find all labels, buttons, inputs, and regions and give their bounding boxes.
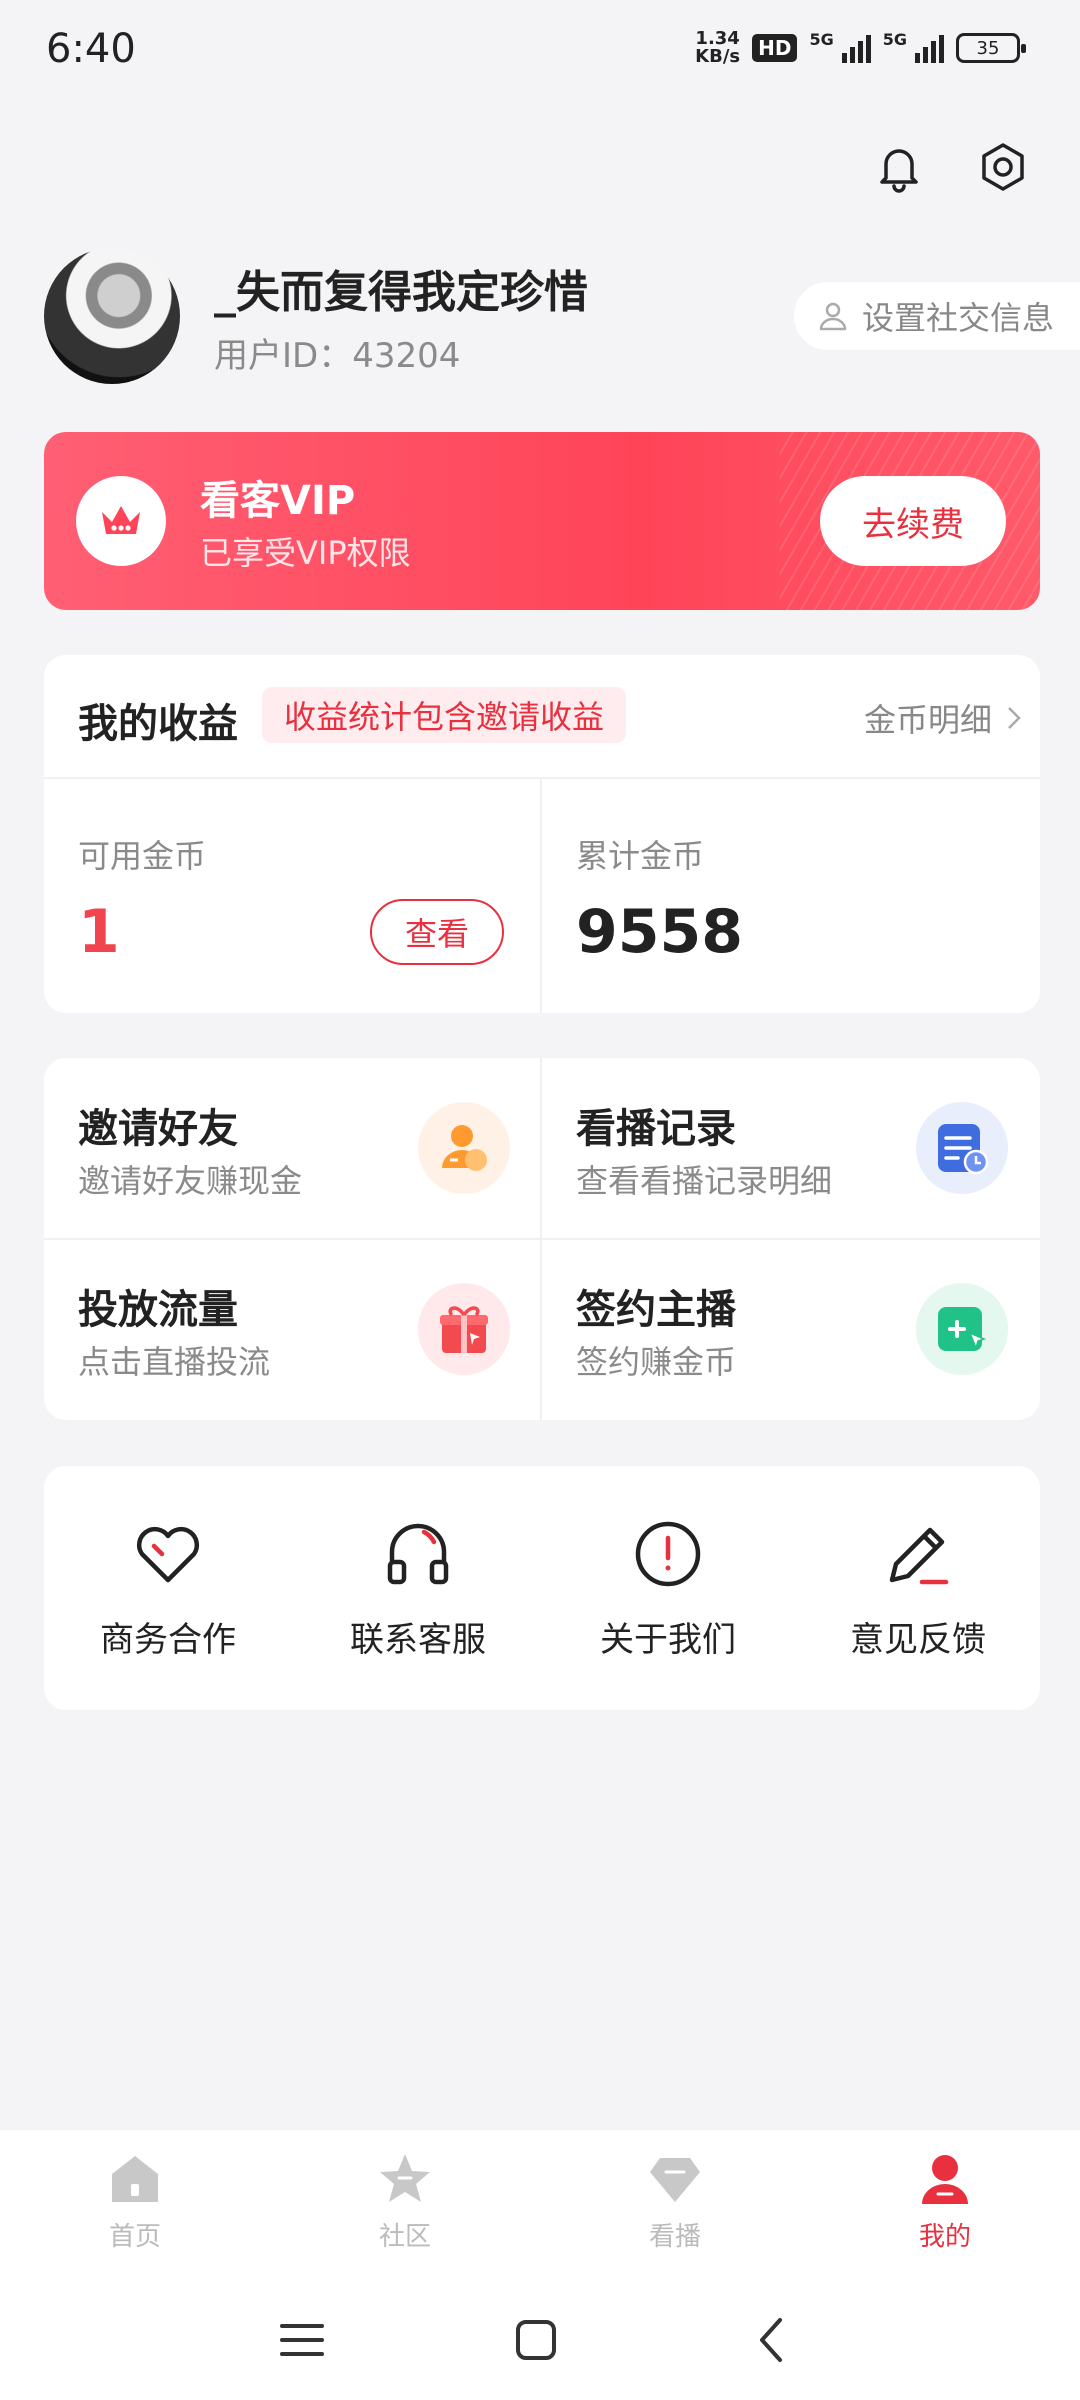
header-actions: [872, 140, 1030, 194]
username: _失而复得我定珍惜: [214, 267, 588, 318]
watch-history-icon: [916, 1102, 1008, 1194]
tool-feedback[interactable]: 意见反馈: [818, 1514, 1018, 1661]
battery-icon: 35: [956, 33, 1026, 63]
avatar[interactable]: [44, 248, 180, 384]
earnings-title: 我的收益: [78, 701, 238, 747]
tab-label: 首页: [108, 2222, 161, 2252]
tool-business-cooperation[interactable]: 商务合作: [68, 1514, 268, 1661]
info-icon: [635, 1521, 701, 1587]
system-nav-bar: [0, 2280, 1080, 2400]
feature-grid: 邀请好友 邀请好友赚现金 看播记录 查看看播记录明细 投放流量 点击直播投流 签…: [44, 1058, 1040, 1420]
menu-icon[interactable]: [272, 2310, 332, 2370]
total-coins-label: 累计金币: [576, 837, 705, 875]
status-time: 6:40: [46, 26, 136, 72]
network-speed: 1.34 KB/s: [695, 30, 740, 66]
tab-community[interactable]: 社区: [325, 2150, 485, 2253]
hd-badge: HD: [752, 34, 798, 62]
feature-subtitle: 点击直播投流: [78, 1343, 271, 1381]
feature-title: 看播记录: [576, 1106, 736, 1152]
signal-icon: [841, 33, 871, 63]
feature-subtitle: 签约赚金币: [576, 1343, 737, 1381]
signal-label-1: 5G: [809, 30, 834, 49]
crown-icon: [102, 506, 140, 534]
star-icon: [380, 2154, 430, 2202]
available-coins-value: 1: [78, 897, 120, 967]
vip-card[interactable]: 看客VIP 已享受VIP权限 去续费: [44, 432, 1040, 610]
feature-title: 签约主播: [576, 1287, 736, 1333]
feature-title: 投放流量: [78, 1287, 238, 1333]
vip-subtitle: 已享受VIP权限: [200, 534, 411, 572]
social-button-label: 设置社交信息: [861, 299, 1054, 337]
invite-friend-icon: [418, 1102, 510, 1194]
home-square-icon[interactable]: [506, 2310, 566, 2370]
gift-icon: [418, 1283, 510, 1375]
tool-about-us[interactable]: 关于我们: [568, 1514, 768, 1661]
tab-label: 我的: [918, 2222, 971, 2252]
vip-title: 看客VIP: [200, 478, 356, 524]
tool-label: 商务合作: [100, 1620, 236, 1660]
view-coins-button[interactable]: 查看: [370, 899, 504, 965]
bottom-tab-bar: 首页 社区 看播 我的: [0, 2130, 1080, 2280]
feature-traffic-promotion[interactable]: 投放流量 点击直播投流: [44, 1239, 542, 1420]
status-bar: 6:40 1.34 KB/s HD 5G 5G 35: [0, 0, 1080, 100]
battery-level: 35: [976, 37, 1000, 59]
divider: [540, 779, 542, 1013]
tab-label: 社区: [378, 2222, 431, 2252]
status-icons: 1.34 KB/s HD 5G 5G 35: [695, 30, 1026, 66]
earnings-card: 我的收益 收益统计包含邀请收益 金币明细 可用金币 1 查看 累计金币 9558: [44, 655, 1040, 1013]
pencil-icon: [889, 1527, 949, 1585]
settings-icon[interactable]: [976, 140, 1030, 194]
total-coins-value: 9558: [576, 897, 743, 967]
bell-icon[interactable]: [872, 140, 926, 194]
tool-label: 意见反馈: [850, 1620, 986, 1660]
earnings-tag: 收益统计包含邀请收益: [262, 687, 627, 743]
user-id: 用户ID：43204: [214, 336, 461, 376]
tab-mine[interactable]: 我的: [865, 2150, 1025, 2253]
speed-unit: KB/s: [695, 46, 741, 67]
vip-badge: [76, 476, 166, 566]
headset-icon: [387, 1523, 449, 1585]
tab-watch[interactable]: 看播: [595, 2150, 755, 2253]
feature-watch-history[interactable]: 看播记录 查看看播记录明细: [542, 1058, 1040, 1239]
tool-label: 联系客服: [350, 1620, 486, 1660]
feature-subtitle: 邀请好友赚现金: [78, 1162, 303, 1200]
chevron-right-icon: [1008, 707, 1021, 729]
coin-detail-label: 金币明细: [863, 701, 992, 739]
sign-anchor-icon: [916, 1283, 1008, 1375]
divider: [44, 777, 1040, 779]
home-icon: [112, 2156, 158, 2202]
tool-customer-service[interactable]: 联系客服: [318, 1514, 518, 1661]
back-icon[interactable]: [742, 2310, 802, 2370]
set-social-info-button[interactable]: 设置社交信息: [793, 282, 1080, 350]
feature-subtitle: 查看看播记录明细: [576, 1162, 833, 1200]
renew-button[interactable]: 去续费: [820, 476, 1006, 566]
services-card: 商务合作 联系客服 关于我们 意见反馈: [44, 1466, 1040, 1710]
feature-invite-friends[interactable]: 邀请好友 邀请好友赚现金: [44, 1058, 542, 1239]
signal-icon: [915, 33, 944, 63]
person-icon: [922, 2155, 968, 2204]
signal-label-2: 5G: [882, 30, 907, 49]
available-coins-label: 可用金币: [78, 837, 207, 875]
tab-home[interactable]: 首页: [55, 2150, 215, 2253]
tab-label: 看播: [648, 2222, 701, 2252]
coin-detail-link[interactable]: 金币明细: [864, 695, 1022, 741]
user-outline-icon: [819, 302, 847, 331]
feature-title: 邀请好友: [78, 1106, 238, 1152]
heart-icon: [136, 1526, 200, 1583]
feature-sign-anchor[interactable]: 签约主播 签约赚金币: [542, 1239, 1040, 1420]
tool-label: 关于我们: [600, 1620, 736, 1660]
profile-section: _失而复得我定珍惜 用户ID：43204 设置社交信息: [44, 248, 1080, 390]
diamond-icon: [650, 2158, 700, 2202]
